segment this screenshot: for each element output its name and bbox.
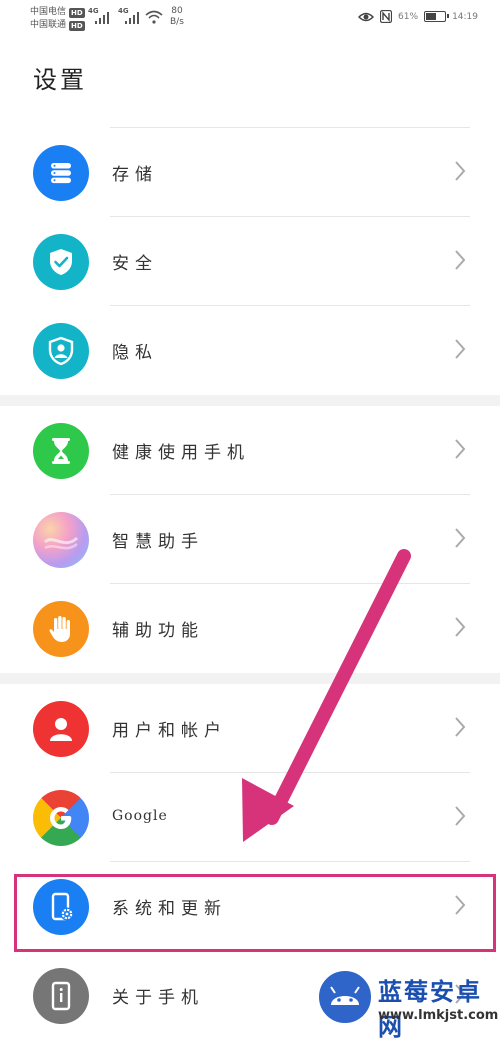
speed-value: 80 [171,6,183,16]
clock: 14:19 [452,11,478,22]
phone-info-icon [33,968,89,1024]
settings-item-label: 隐私 [112,343,158,363]
signal-icon: 4G [118,7,142,24]
carrier-1: 中国电信 [30,7,67,17]
settings-item-smart-assistant[interactable]: 智慧助手 [0,495,500,584]
settings-item-label: Google [112,808,168,824]
settings-item-label: 辅助功能 [112,621,204,641]
battery-percent: 61% [398,11,419,22]
settings-item-google[interactable]: Google [0,773,500,862]
chevron-right-icon [455,617,466,637]
shield-check-icon [33,234,89,290]
hd-badge: HD [69,7,85,18]
carrier-info: 中国电信 HD 中国联通 HD [30,6,85,32]
storage-icon [33,145,89,201]
settings-item-label: 关于手机 [112,988,204,1008]
eye-comfort-icon [358,12,375,21]
status-bar: 中国电信 HD 中国联通 HD 4G 4G 80 B/s 61% 14:19 [0,0,500,44]
speed-unit: B/s [170,17,184,27]
settings-item-label: 安全 [112,254,158,274]
watermark: 蓝莓安卓网 www.lmkjst.com [314,962,499,1039]
page-title: 设置 [33,66,87,94]
chevron-right-icon [455,717,466,737]
chevron-right-icon [455,806,466,826]
highlight-box [14,874,496,952]
settings-item-label: 存储 [112,165,158,185]
settings-item-digital-balance[interactable]: 健康使用手机 [0,406,500,495]
user-icon [33,701,89,757]
settings-item-storage[interactable]: 存储 [0,128,500,217]
settings-item-users-accounts[interactable]: 用户和帐户 [0,684,500,773]
google-icon [33,790,89,846]
privacy-icon [33,323,89,379]
chevron-right-icon [455,339,466,359]
wifi-icon [145,10,163,24]
chevron-right-icon [455,439,466,459]
settings-item-label: 智慧助手 [112,532,204,552]
network-speed: 80 B/s [170,6,184,28]
settings-item-label: 健康使用手机 [112,443,250,463]
assistant-icon [33,512,89,568]
chevron-right-icon [455,161,466,181]
section-gap [0,395,500,406]
section-gap [0,673,500,684]
android-logo-icon [316,968,374,1026]
nfc-icon [380,10,393,23]
chevron-right-icon [455,250,466,270]
settings-item-security[interactable]: 安全 [0,217,500,306]
chevron-right-icon [455,528,466,548]
hand-icon [33,601,89,657]
settings-item-label: 用户和帐户 [112,721,227,741]
settings-item-privacy[interactable]: 隐私 [0,306,500,395]
signal-icon: 4G [88,7,112,24]
carrier-2: 中国联通 [30,20,67,30]
settings-item-accessibility[interactable]: 辅助功能 [0,584,500,673]
hd-badge: HD [69,20,85,31]
watermark-url: www.lmkjst.com [378,1008,499,1023]
hourglass-icon [33,423,89,479]
battery-icon [424,11,450,22]
watermark-title: 蓝莓安卓网 [378,978,482,1039]
